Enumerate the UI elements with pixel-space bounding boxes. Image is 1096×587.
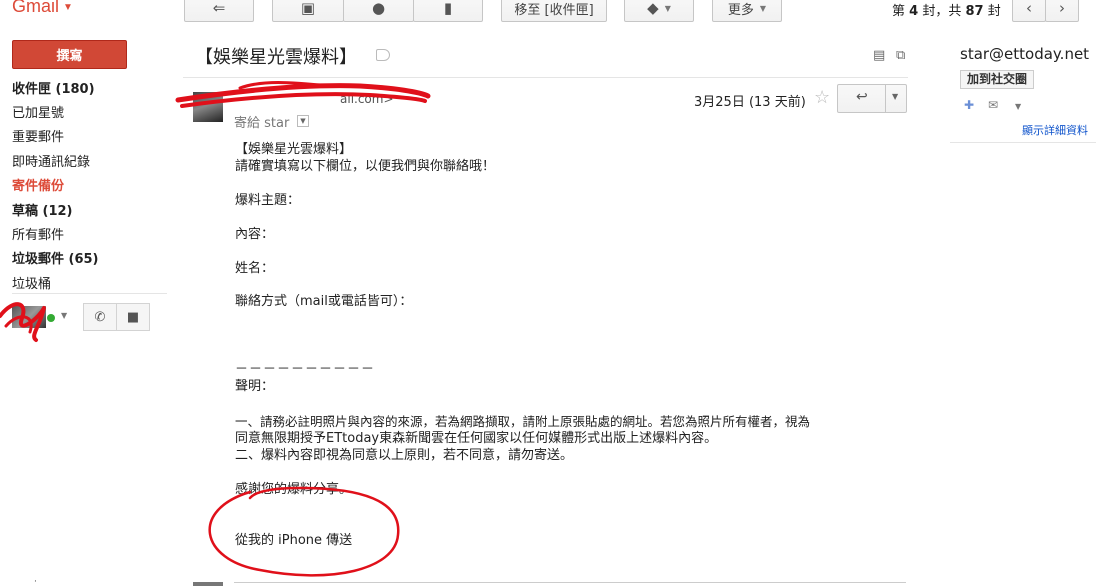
body-line: 感謝您的爆料分享。 xyxy=(235,482,353,497)
more-label: 更多 xyxy=(727,2,754,18)
chevron-right-icon: › xyxy=(1059,0,1065,17)
add-to-circles-button[interactable]: 加到社交圈 xyxy=(960,70,1035,89)
sidebar-item-trash[interactable]: 垃圾桶 xyxy=(12,277,172,293)
show-details-link[interactable]: 顯示詳細資料 xyxy=(1022,122,1088,138)
label-icon: ◆ xyxy=(647,0,659,17)
mail-icon[interactable]: ✉ xyxy=(988,98,998,112)
move-to-button[interactable]: 移至 [收件匣] xyxy=(501,0,607,22)
alert-icon: ● xyxy=(371,0,386,17)
label-tag-icon[interactable] xyxy=(376,49,390,61)
recipient-line: 寄給 star xyxy=(234,116,290,131)
gmail-logo[interactable]: Gmail ▼ xyxy=(12,0,73,17)
signature-line: 從我的 iPhone 傳送 xyxy=(235,533,353,548)
more-button[interactable]: 更多 ▼ xyxy=(712,0,782,22)
print-icon[interactable]: ▤ xyxy=(873,48,885,63)
redaction-scribble xyxy=(238,81,332,90)
divider xyxy=(12,293,167,294)
message-date: 3月25日 (13 天前) xyxy=(694,95,806,110)
chevron-down-icon[interactable]: ▼ xyxy=(61,311,67,320)
next-message-avatar xyxy=(193,582,223,586)
chevron-down-icon: ▼ xyxy=(664,3,671,13)
body-line: 同意無限期授予ETtoday東森新聞雲在任何國家以任何媒體形式出版上述爆料內容。 xyxy=(235,431,718,446)
divider xyxy=(183,77,908,78)
chevron-down-icon: ▼ xyxy=(63,1,73,13)
sender-avatar xyxy=(193,92,223,122)
body-line: 聲明： xyxy=(235,379,275,394)
star-icon[interactable]: ☆ xyxy=(814,87,830,108)
contact-email: star@ettoday.net xyxy=(960,45,1090,63)
trash-icon: ▮ xyxy=(443,0,453,17)
chevron-down-icon: ▼ xyxy=(759,3,767,13)
sidebar-item-starred[interactable]: 已加星號 xyxy=(12,106,172,122)
body-line: 請確實填寫以下欄位，以便我們與你聯絡哦！ xyxy=(235,159,496,174)
sidebar-item-sent[interactable]: 寄件備份 xyxy=(12,179,172,195)
new-window-icon[interactable]: ⧉ xyxy=(896,48,905,63)
reply-button[interactable]: ↩ ▼ xyxy=(837,84,907,113)
sidebar-item-chats[interactable]: 即時通訊紀錄 xyxy=(12,155,172,171)
archive-icon: ▣ xyxy=(300,0,316,17)
chevron-down-icon[interactable]: ▼ xyxy=(1015,102,1021,111)
divider xyxy=(885,85,886,112)
newer-button[interactable]: ‹ xyxy=(1012,0,1046,22)
sender-address: ail.com> xyxy=(340,92,394,106)
add-plus-icon[interactable]: ✚ xyxy=(964,98,974,112)
delete-button[interactable]: ▮ xyxy=(413,0,483,22)
labels-button[interactable]: ◆ ▼ xyxy=(624,0,694,22)
arrow-left-icon: ⇐ xyxy=(212,0,226,17)
move-to-label: 移至 [收件匣] xyxy=(514,2,594,18)
chevron-down-icon[interactable]: ▼ xyxy=(297,115,309,127)
report-spam-button[interactable]: ● xyxy=(343,0,414,22)
older-button[interactable]: › xyxy=(1045,0,1079,22)
video-call-button[interactable]: ■ xyxy=(116,303,150,331)
chevron-down-icon[interactable]: ▼ xyxy=(892,92,898,101)
archive-button[interactable]: ▣ xyxy=(272,0,344,22)
sidebar-item-spam[interactable]: 垃圾郵件 (65) xyxy=(12,252,172,268)
divider xyxy=(950,142,1096,143)
video-camera-icon: ■ xyxy=(126,309,140,325)
body-line: 二、爆料內容即視為同意以上原則，若不同意，請勿寄送。 xyxy=(235,448,574,463)
presence-dot-icon xyxy=(47,314,55,322)
body-line: 一、請務必註明照片與內容的來源，若為網路擷取，請附上原張貼處的網址。若您為照片所… xyxy=(235,414,811,429)
message-counter: 第 4 封，共 87 封 xyxy=(892,4,1001,19)
sidebar-item-all-mail[interactable]: 所有郵件 xyxy=(12,228,172,244)
message-subject: 【娛樂星光雲爆料】 xyxy=(195,47,357,68)
body-line: －－－－－－－－－－ xyxy=(235,362,376,377)
voice-call-button[interactable]: ✆ xyxy=(83,303,117,331)
chevron-left-icon: ‹ xyxy=(1026,0,1032,17)
sidebar-item-drafts[interactable]: 草稿 (12) xyxy=(12,204,172,220)
reply-icon: ↩ xyxy=(856,89,868,105)
back-button[interactable]: ⇐ xyxy=(184,0,254,22)
body-line: 【娛樂星光雲爆料】 xyxy=(235,142,353,157)
sidebar-item-inbox[interactable]: 收件匣 (180) xyxy=(12,82,172,98)
compose-button[interactable]: 撰寫 xyxy=(12,40,127,69)
divider xyxy=(234,582,906,583)
user-avatar[interactable] xyxy=(12,306,46,328)
body-line: 內容： xyxy=(235,227,275,242)
body-line: 爆料主題： xyxy=(235,193,301,208)
phone-icon: ✆ xyxy=(94,309,106,325)
body-line: 姓名： xyxy=(235,261,275,276)
body-line: 聯絡方式（mail或電話皆可）： xyxy=(235,294,413,309)
sidebar-item-important[interactable]: 重要郵件 xyxy=(12,130,172,146)
